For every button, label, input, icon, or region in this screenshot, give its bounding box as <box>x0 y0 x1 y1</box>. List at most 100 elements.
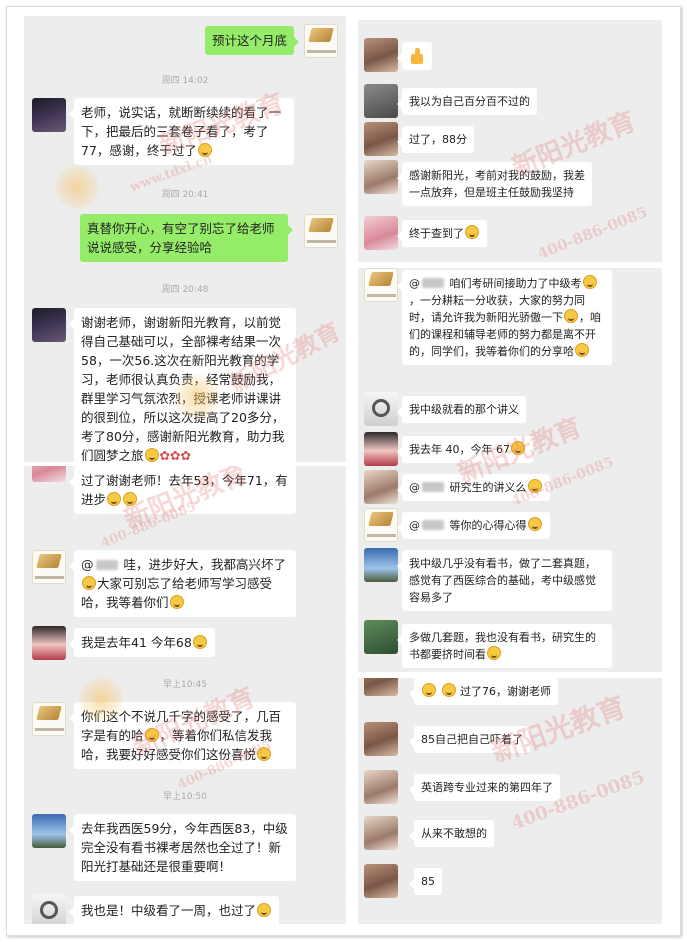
redacted-name <box>422 520 444 530</box>
strong-arm-emoji-icon <box>123 492 138 506</box>
student-avatar[interactable] <box>364 470 398 504</box>
student-message-bubble: 过了76，谢谢老师 <box>409 678 558 705</box>
message-text: 终于查到了 <box>409 227 464 240</box>
teacher-message-bubble: 你们这个不说几千字的感受了，几百字是有的哈 ，等着你们私信发我哈，我要好好感受你们… <box>69 702 296 769</box>
teacher-avatar[interactable] <box>304 214 338 248</box>
student-avatar[interactable] <box>364 432 398 466</box>
message-text: 谢谢老师，谢谢新阳光教育，以前觉得自己基础可以，全部裸考结果一次58，一次56.… <box>81 315 285 462</box>
student-avatar[interactable] <box>32 626 66 660</box>
student-message-bubble: 终于查到了 <box>397 220 487 247</box>
student-avatar[interactable] <box>364 84 398 118</box>
student-avatar[interactable] <box>364 816 398 850</box>
student-avatar[interactable] <box>364 38 398 72</box>
strong-arm-emoji-icon <box>107 492 122 506</box>
teacher-avatar[interactable] <box>32 550 66 584</box>
student-message-bubble: @ 研究生的讲义么 <box>397 474 550 501</box>
grin-emoji-icon <box>511 441 525 455</box>
student-message-bubble: 我去年 40，今年 67 <box>397 436 533 463</box>
message-text: 等你的心得心得 <box>446 519 527 532</box>
student-avatar[interactable] <box>364 122 398 156</box>
student-avatar[interactable] <box>32 894 66 924</box>
student-avatar[interactable] <box>364 160 398 194</box>
blush-emoji-icon <box>564 309 578 323</box>
chat-panel-3: 我以为自己百分百不过的 过了，88分 感谢新阳光，考前对我的鼓励，我差一点放弃，… <box>358 20 662 262</box>
student-message-bubble: 我以为自己百分百不过的 <box>397 88 537 115</box>
chat-panel-5: 过了76，谢谢老师 85自己把自己吓着了 英语跨专业过来的第四年了 从来不敢想的… <box>358 678 662 924</box>
message-text: 研究生的讲义么 <box>446 481 527 494</box>
grin-emoji-icon <box>441 683 456 697</box>
teacher-avatar[interactable] <box>364 508 398 542</box>
chat-panel-4: @ 咱们考研间接助力了中级考 ，一分耕耘一分收获，大家的努力同时，请允许我为新阳光… <box>358 268 662 672</box>
student-message-bubble: 感谢新阳光，考前对我的鼓励，我差一点放弃，但是班主任鼓励我坚持 <box>397 162 592 206</box>
message-text: 老师，说实话，就断断续续的看了一下，把最后的三套卷子看了，考了77，感谢，终于过… <box>81 105 282 158</box>
student-message-bubble: 我中级就看的那个讲义 <box>397 396 526 423</box>
mention-symbol: @ <box>409 481 420 494</box>
student-avatar[interactable] <box>364 620 398 654</box>
rose-emoji-icon: ✿✿✿ <box>159 448 191 462</box>
student-avatar[interactable] <box>32 308 66 342</box>
chat-panel-1: 预计这个月底 周四 14:02 老师，说实话，就断断续续的看了一下，把最后的三套… <box>24 16 346 462</box>
student-message-bubble: 我是去年41 今年68 <box>69 628 215 657</box>
clap-emoji-icon <box>144 448 159 462</box>
student-avatar[interactable] <box>32 814 66 848</box>
grin-emoji-icon <box>82 576 96 590</box>
message-text: 我也是！中级看了一周，也过了 <box>81 903 257 918</box>
thinking-emoji-icon <box>257 903 272 917</box>
redacted-name <box>95 560 118 570</box>
teacher-message-bubble: @ 哇，进步好大，我都高兴坏了大家可别忘了给老师写学习感受哈，我等着你们 <box>69 550 296 617</box>
student-avatar[interactable] <box>364 216 398 250</box>
chat-panel-2: 过了谢谢老师！去年53，今年71，有进步 @ 哇，进步好大，我都高兴坏了大家可别… <box>24 466 346 924</box>
mention-symbol: @ <box>81 557 94 572</box>
timestamp: 早上10:50 <box>163 792 207 802</box>
message-text: 多做几套题，我也没有看书，研究生的书都要挤时间看 <box>409 631 596 661</box>
student-avatar[interactable] <box>364 548 398 582</box>
message-text: 我是去年41 今年68 <box>81 635 192 650</box>
student-avatar[interactable] <box>32 98 66 132</box>
student-avatar[interactable] <box>364 678 398 696</box>
student-message-bubble: 英语跨专业过来的第四年了 <box>409 774 560 801</box>
teacher-message-bubble: 预计这个月底 <box>204 26 300 55</box>
thumbs-up-icon <box>409 47 425 65</box>
teacher-message-bubble: @ 咱们考研间接助力了中级考 ，一分耕耘一分收获，大家的努力同时，请允许我为新阳光… <box>397 270 612 365</box>
teacher-message-bubble: 真替你开心，有空了别忘了给老师说说感受，分享经验哈 <box>80 214 293 262</box>
thinking-emoji-icon <box>527 479 542 493</box>
redacted-name <box>422 278 444 288</box>
message-text: 我去年 40，今年 67 <box>409 443 510 456</box>
blush-emoji-icon <box>144 728 159 742</box>
student-avatar[interactable] <box>364 864 398 898</box>
message-text: ，一分耕耘一分收获，大家的努力同时，请允许我为新阳光骄傲一下 <box>409 294 585 324</box>
grin-emoji-icon <box>257 747 272 761</box>
grin-emoji-icon <box>527 517 542 531</box>
message-text: 过了76，谢谢老师 <box>460 685 551 698</box>
student-message-bubble: 过了谢谢老师！去年53，今年71，有进步 <box>69 466 296 514</box>
cry-laugh-emoji-icon <box>465 225 479 239</box>
timestamp: 周四 14:02 <box>161 76 209 86</box>
message-text: 咱们考研间接助力了中级考 <box>446 277 582 290</box>
message-text: 哇，进步好大，我都高兴坏了 <box>119 557 286 572</box>
student-message-bubble: 85 <box>409 868 442 895</box>
teacher-avatar[interactable] <box>364 268 398 302</box>
student-avatar[interactable] <box>364 392 398 426</box>
teacher-avatar[interactable] <box>304 24 338 58</box>
student-message-bubble: 我也是！中级看了一周，也过了 <box>68 896 280 924</box>
timestamp: 周四 20:41 <box>161 190 209 200</box>
timestamp: 周四 20:48 <box>161 285 209 295</box>
teacher-avatar[interactable] <box>32 702 66 736</box>
timestamp: 早上10:45 <box>163 680 207 690</box>
student-message-bubble: 85自己把自己吓着了 <box>409 726 530 753</box>
student-avatar[interactable] <box>32 466 66 482</box>
laugh-emoji-icon <box>487 646 501 660</box>
student-message-bubble: 谢谢老师，谢谢新阳光教育，以前觉得自己基础可以，全部裸考结果一次58，一次56.… <box>69 308 296 462</box>
redacted-name <box>422 482 444 492</box>
student-message-bubble <box>397 42 432 70</box>
mention-symbol: @ <box>409 519 420 532</box>
student-message-bubble: 老师，说实话，就断断续续的看了一下，把最后的三套卷子看了，考了77，感谢，终于过… <box>69 98 294 165</box>
cool-emoji-icon <box>192 635 207 649</box>
smile-emoji-icon <box>575 343 589 357</box>
grin-emoji-icon <box>582 275 597 289</box>
student-avatar[interactable] <box>364 722 398 756</box>
student-message-bubble: 去年我西医59分，今年西医83，中级完全没有看书裸考居然也全过了！新阳光打基础还… <box>69 814 296 881</box>
mention-symbol: @ <box>409 277 420 290</box>
student-avatar[interactable] <box>364 770 398 804</box>
cry-laugh-emoji-icon <box>422 683 436 697</box>
